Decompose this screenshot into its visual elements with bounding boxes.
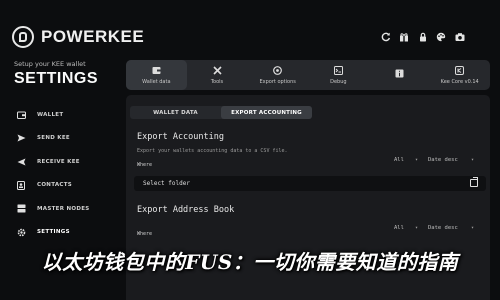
wallet-data-icon (152, 66, 161, 76)
tab-label: Debug (330, 78, 347, 85)
sidebar-item-label: SETTINGS (37, 229, 70, 236)
overlay-caption: 以太坊钱包中的FUS：一切你需要知道的指南 (41, 250, 459, 274)
contacts-icon (16, 180, 26, 190)
select-folder-value: Select folder (143, 179, 190, 187)
where-label: Where (137, 231, 153, 237)
wallet-icon (16, 110, 26, 120)
chevron-down-icon: ▾ (470, 157, 474, 163)
sort-dropdown[interactable]: Date desc ▾ (426, 155, 476, 165)
palette-icon[interactable] (436, 31, 447, 42)
export-icon (273, 65, 283, 76)
tab-label: Kee Core v0.14 (440, 78, 479, 85)
gift-icon[interactable] (399, 31, 410, 42)
powerkee-logo-icon (12, 26, 34, 48)
tab-kee-core[interactable]: Kee Core v0.14 (429, 60, 490, 90)
top-toolbar (380, 31, 473, 42)
settings-tabbar: Wallet data Tools Export options Debug K… (126, 60, 490, 90)
chevron-down-icon: ▾ (414, 157, 418, 163)
filter-dropdown[interactable]: All ▾ (392, 155, 420, 165)
open-folder-icon[interactable] (470, 177, 478, 187)
sidebar-item-receive-kee[interactable]: RECEIVE KEE (0, 150, 122, 174)
chevron-down-icon: ▾ (414, 225, 418, 231)
subtab-export-accounting[interactable]: EXPORT ACCOUNTING (221, 106, 312, 119)
export-address-book-title: Export Address Book (137, 205, 235, 215)
address-sort-dropdown[interactable]: Date desc ▾ (426, 223, 476, 233)
core-icon (455, 65, 465, 76)
brand-name: POWERKEE (41, 27, 145, 46)
sidebar-item-label: WALLET (37, 111, 64, 118)
export-accounting-description: Export your wallets accounting data to a… (137, 148, 288, 154)
info-icon (395, 69, 404, 79)
subtab-wallet-data[interactable]: WALLET DATA (130, 106, 221, 119)
tab-info[interactable] (369, 60, 430, 90)
chevron-down-icon: ▾ (470, 225, 474, 231)
where-label: Where (137, 162, 153, 168)
camera-icon[interactable] (454, 31, 465, 42)
lock-icon[interactable] (417, 31, 428, 42)
subtab-bar: WALLET DATA EXPORT ACCOUNTING (130, 106, 312, 119)
tools-icon (212, 65, 222, 76)
select-folder-field[interactable]: Select folder (134, 176, 486, 191)
export-accounting-title: Export Accounting (137, 132, 224, 142)
sidebar-item-send-kee[interactable]: SEND KEE (0, 127, 122, 151)
tab-label: Export options (259, 78, 296, 85)
sidebar-item-label: SEND KEE (37, 135, 70, 142)
sidebar-item-label: RECEIVE KEE (37, 158, 80, 165)
sidebar-item-wallet[interactable]: WALLET (0, 103, 122, 127)
sort-value: Date desc (428, 157, 458, 163)
tab-export-options[interactable]: Export options (247, 60, 308, 90)
page-title: SETTINGS (14, 70, 99, 87)
tab-label: Wallet data (142, 78, 171, 85)
sort-value: Date desc (428, 225, 458, 231)
sidebar-nav: WALLET SEND KEE RECEIVE KEE CONTACTS MAS… (0, 103, 122, 244)
sidebar-item-label: CONTACTS (37, 182, 73, 189)
sidebar-item-settings[interactable]: SETTINGS (0, 221, 122, 245)
sidebar-item-contacts[interactable]: CONTACTS (0, 174, 122, 198)
address-filter-dropdown[interactable]: All ▾ (392, 223, 420, 233)
tab-tools[interactable]: Tools (187, 60, 248, 90)
sidebar-item-master-nodes[interactable]: MASTER NODES (0, 197, 122, 221)
master-nodes-icon (16, 204, 26, 214)
debug-icon (333, 65, 343, 76)
setup-subtitle: Setup your KEE wallet (14, 60, 86, 68)
tab-wallet-data[interactable]: Wallet data (126, 60, 187, 90)
receive-icon (16, 157, 26, 167)
sidebar-item-label: MASTER NODES (37, 205, 90, 212)
brand-logo[interactable]: POWERKEE (12, 26, 144, 48)
send-icon (16, 133, 26, 143)
tab-debug[interactable]: Debug (308, 60, 369, 90)
tab-label: Tools (210, 78, 224, 85)
filter-value: All (394, 225, 404, 231)
filter-value: All (394, 157, 404, 163)
refresh-icon[interactable] (380, 31, 391, 42)
gear-icon (16, 227, 26, 237)
